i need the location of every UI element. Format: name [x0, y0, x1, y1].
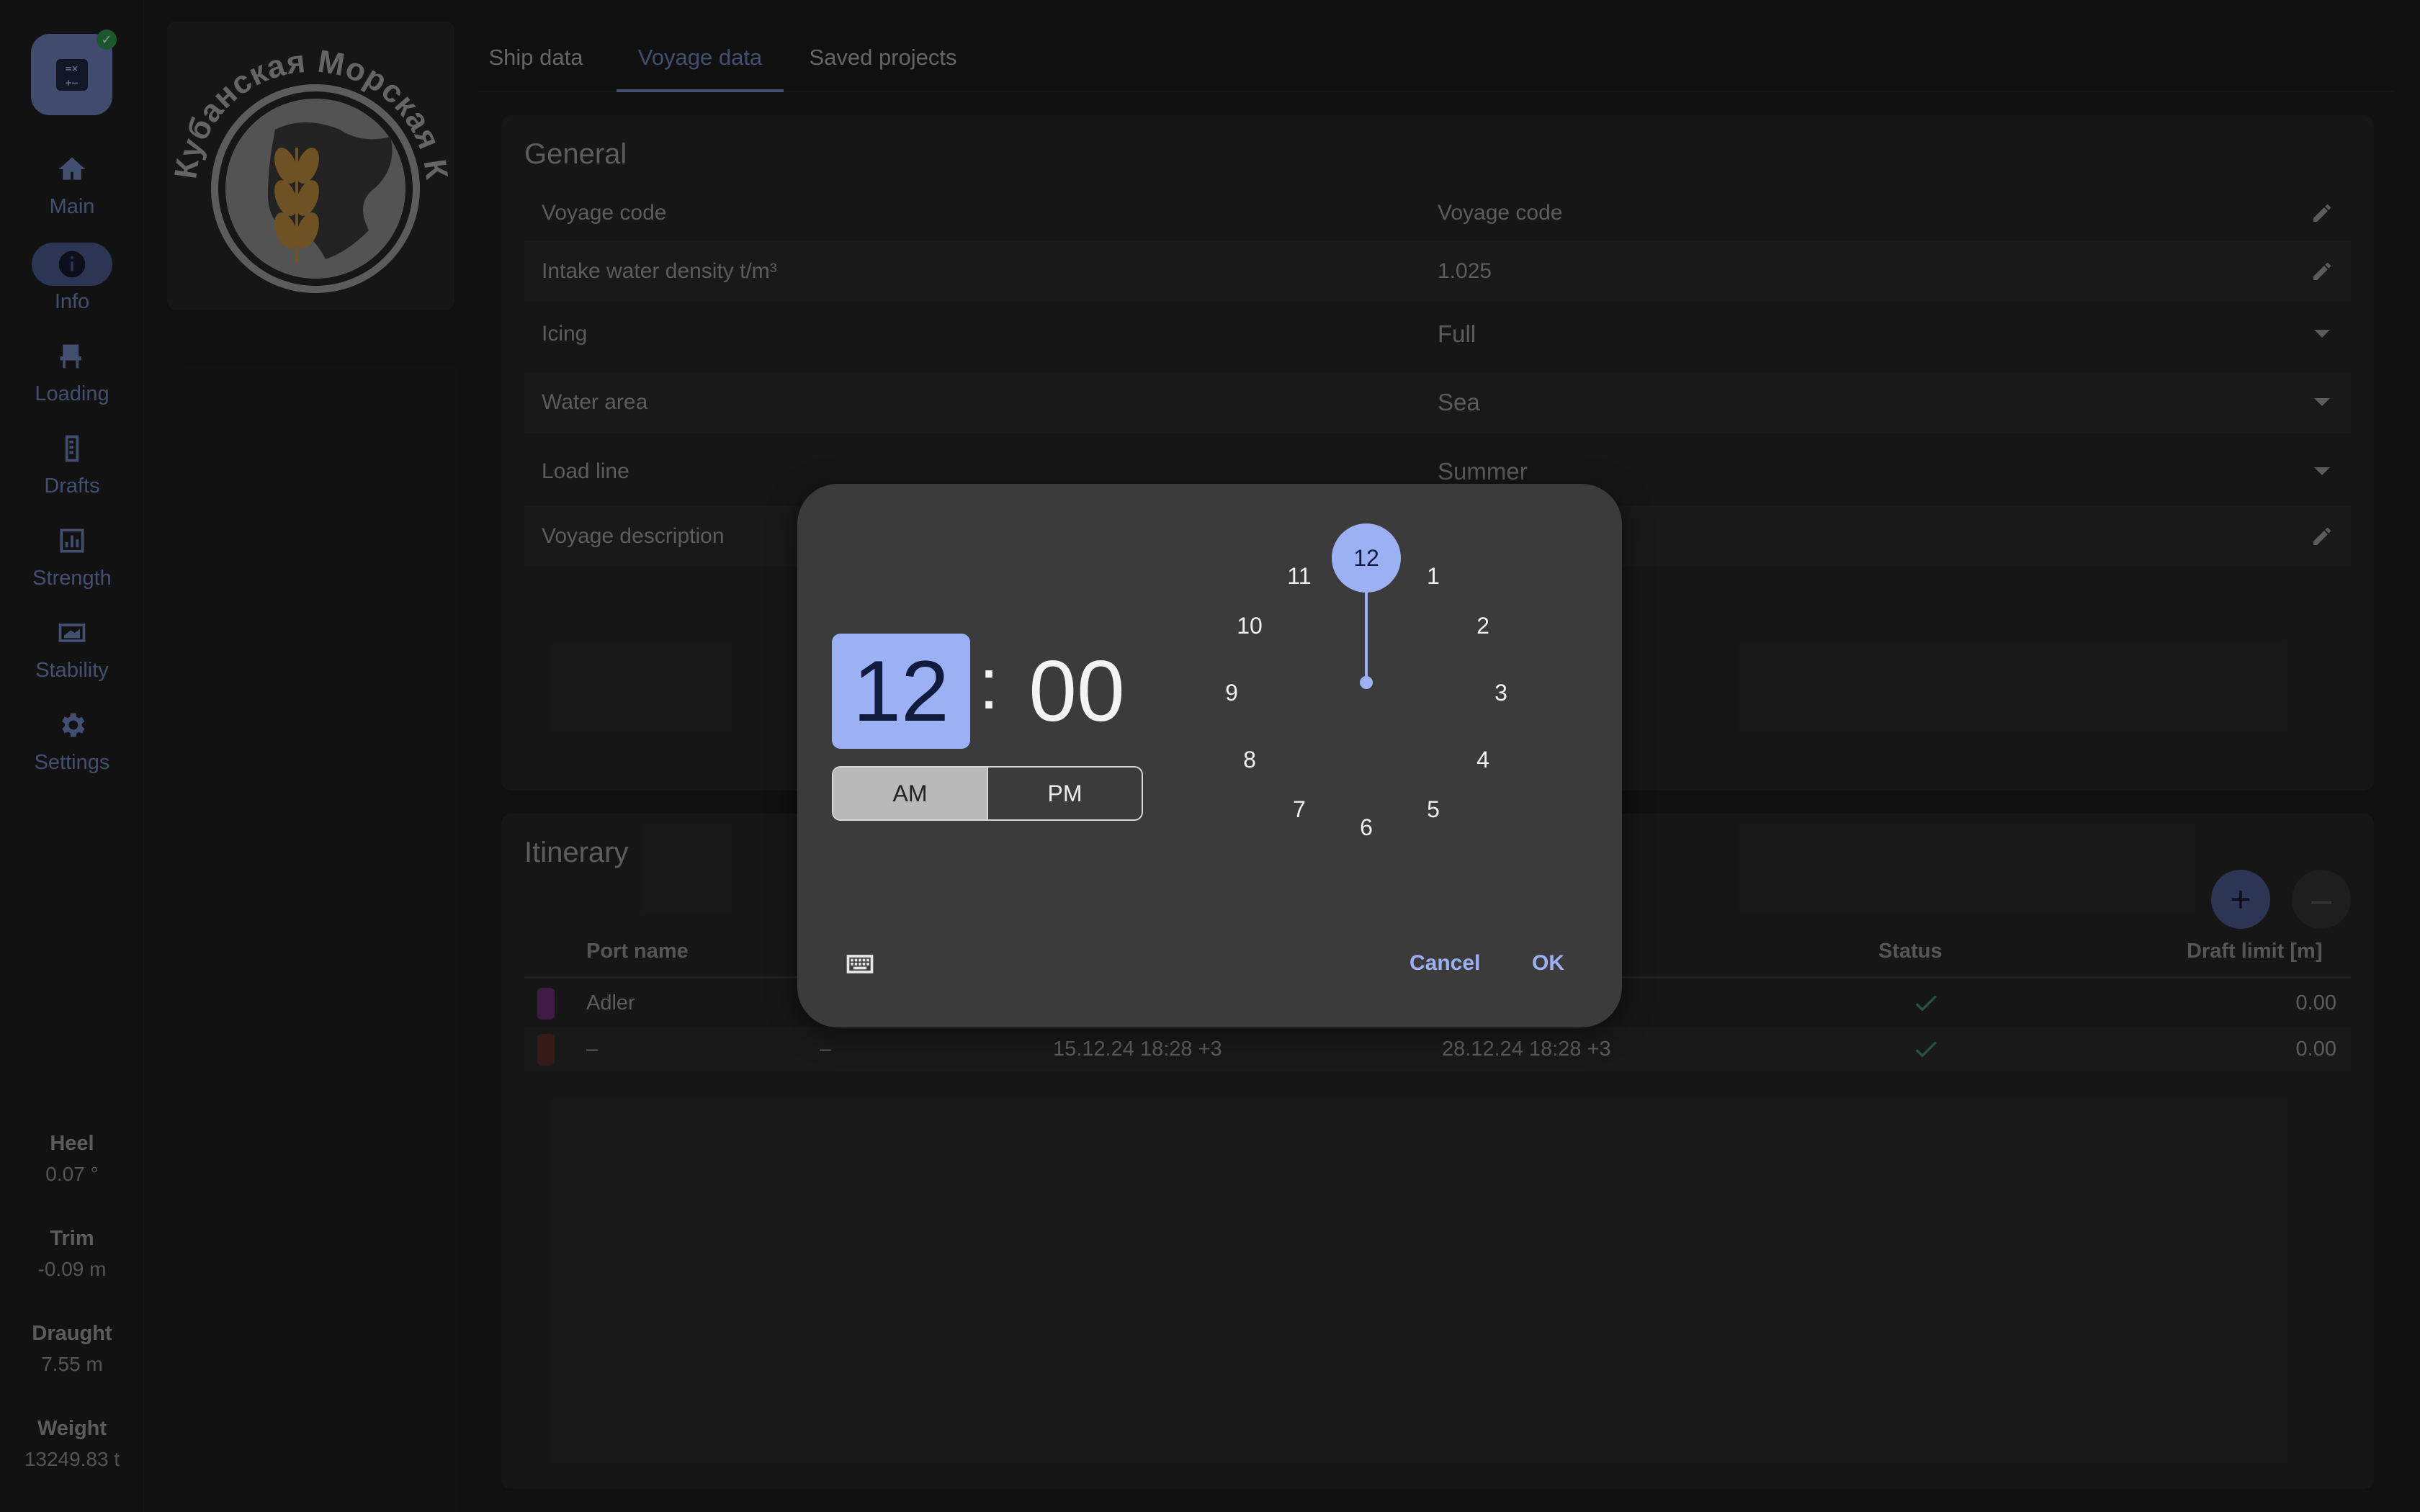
dial-hour-9[interactable]: 9: [1210, 678, 1253, 707]
dial-hour-10[interactable]: 10: [1228, 611, 1271, 640]
dial-hour-8[interactable]: 8: [1228, 745, 1271, 774]
dial-hour-12[interactable]: 12: [1332, 523, 1401, 593]
cancel-button[interactable]: Cancel: [1410, 945, 1480, 982]
time-separator: :: [979, 644, 999, 724]
clock-dial[interactable]: 12 1 2 3 4 5 6 7 8 9 10 11: [1206, 522, 1527, 843]
hour-input[interactable]: 12: [832, 634, 970, 749]
dial-hour-4[interactable]: 4: [1461, 745, 1505, 774]
dial-hour-7[interactable]: 7: [1278, 795, 1321, 824]
am-button[interactable]: AM: [833, 768, 988, 819]
dial-hour-11[interactable]: 11: [1278, 562, 1321, 590]
pm-button[interactable]: PM: [988, 768, 1142, 819]
clock-center: [1360, 676, 1373, 689]
dial-hour-5[interactable]: 5: [1412, 795, 1455, 824]
am-pm-toggle: AM PM: [832, 766, 1143, 821]
time-picker-dialog: 12 : 00 AM PM 12 1 2 3 4 5 6 7 8 9 10 11…: [797, 484, 1622, 1027]
ok-button[interactable]: OK: [1532, 945, 1564, 982]
keyboard-icon[interactable]: [844, 948, 876, 980]
dial-hour-6[interactable]: 6: [1345, 813, 1388, 842]
dial-hour-1[interactable]: 1: [1412, 562, 1455, 590]
dial-hour-3[interactable]: 3: [1479, 678, 1523, 707]
clock-hand: [1365, 587, 1368, 683]
dial-hour-2[interactable]: 2: [1461, 611, 1505, 640]
minute-input[interactable]: 00: [1008, 634, 1146, 749]
